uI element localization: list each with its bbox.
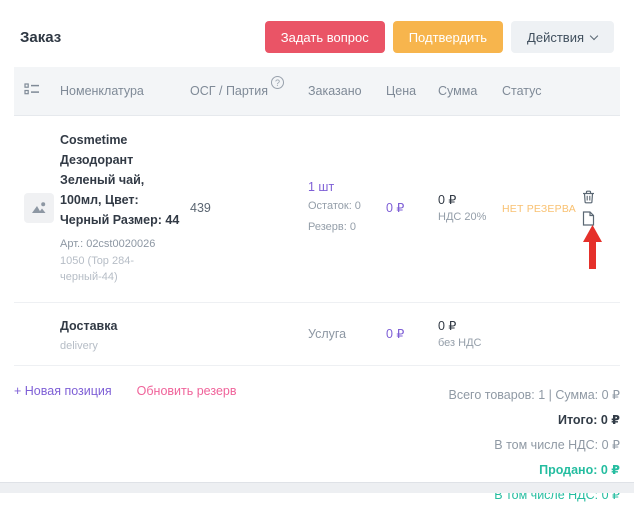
actions-dropdown-button[interactable]: Действия [511, 21, 614, 53]
vat-label: НДС 20% [438, 211, 502, 223]
product-image-cell [14, 193, 60, 223]
question-mark-icon[interactable]: ? [271, 76, 284, 89]
totals-summary: Всего товаров: 1 | Сумма: 0 ₽ [449, 383, 620, 408]
product-ordered-cell: 1 шт Остаток: 0 Резерв: 0 [308, 180, 386, 236]
delivery-vat-label: без НДС [438, 337, 502, 349]
order-items-table: Номенклатура ОСГ / Партия? Заказано Цена… [14, 67, 620, 366]
product-variant: 1050 (Top 284-черный-44) [60, 253, 182, 286]
page-title: Заказ [20, 29, 61, 46]
product-price-cell: 0 ₽ [386, 199, 438, 217]
copy-document-icon[interactable] [582, 211, 595, 226]
product-info-cell: Cosmetime Дезодорант Зеленый чай, 100мл,… [60, 130, 190, 286]
price-value[interactable]: 0 ₽ [386, 201, 404, 215]
ask-question-button[interactable]: Задать вопрос [265, 21, 385, 53]
header-nomenclature: Номенклатура [60, 84, 190, 98]
sum-value: 0 ₽ [438, 192, 502, 207]
product-status-cell: НЕТ РЕЗЕРВА [502, 199, 577, 217]
table-row-product: Cosmetime Дезодорант Зеленый чай, 100мл,… [14, 116, 620, 303]
table-row-delivery: Доставка delivery Услуга 0 ₽ 0 ₽ без НДС [14, 303, 620, 366]
order-header: Заказ Задать вопрос Подтвердить Действия [0, 0, 634, 67]
toolbar: Задать вопрос Подтвердить Действия [265, 21, 614, 53]
red-arrow-annotation [583, 225, 602, 269]
totals-vat-included: В том числе НДС: 0 ₽ [494, 433, 620, 458]
ask-question-label: Задать вопрос [281, 30, 369, 45]
delivery-sum-value: 0 ₽ [438, 318, 502, 333]
actions-label: Действия [527, 30, 584, 45]
image-placeholder-icon [24, 193, 54, 223]
header-osg-label: ОСГ / Партия [190, 84, 268, 98]
service-type-label: Услуга [308, 327, 346, 341]
header-price: Цена [386, 84, 438, 98]
ordered-quantity[interactable]: 1 шт [308, 180, 386, 194]
chevron-down-icon [590, 31, 598, 39]
header-osg: ОСГ / Партия? [190, 84, 308, 99]
stock-reserve: Резерв: 0 [308, 219, 386, 236]
delivery-subtitle: delivery [60, 340, 182, 352]
row-action-buttons [577, 190, 620, 226]
delivery-title[interactable]: Доставка [60, 316, 182, 336]
totals-sold: Продано: 0 ₽ [539, 458, 620, 483]
product-title[interactable]: Cosmetime Дезодорант Зеленый чай, 100мл,… [60, 130, 182, 230]
table-header-row: Номенклатура ОСГ / Партия? Заказано Цена… [14, 67, 620, 116]
stock-remainder: Остаток: 0 [308, 198, 386, 215]
product-osg-cell: 439 [190, 199, 308, 217]
status-badge: НЕТ РЕЗЕРВА [502, 203, 576, 215]
osg-value: 439 [190, 201, 211, 215]
page-bottom-edge [0, 482, 634, 493]
confirm-button[interactable]: Подтвердить [393, 21, 503, 53]
trash-icon[interactable] [582, 190, 595, 204]
delivery-info-cell: Доставка delivery [60, 316, 190, 352]
totals-total: Итого: 0 ₽ [558, 408, 620, 433]
table-header-icon-cell [14, 82, 60, 101]
confirm-label: Подтвердить [409, 30, 487, 45]
product-sum-cell: 0 ₽ НДС 20% [438, 192, 502, 223]
delivery-price-cell: 0 ₽ [386, 325, 438, 343]
product-sku: Арт.: 02cst0020026 [60, 236, 182, 253]
list-icon[interactable] [24, 87, 40, 101]
product-actions-cell [577, 190, 620, 226]
delivery-price-value[interactable]: 0 ₽ [386, 327, 404, 341]
header-ordered: Заказано [308, 84, 386, 98]
delivery-sum-cell: 0 ₽ без НДС [438, 318, 502, 349]
header-status: Статус [502, 84, 577, 98]
delivery-ordered-cell: Услуга [308, 325, 386, 343]
header-sum: Сумма [438, 84, 502, 98]
